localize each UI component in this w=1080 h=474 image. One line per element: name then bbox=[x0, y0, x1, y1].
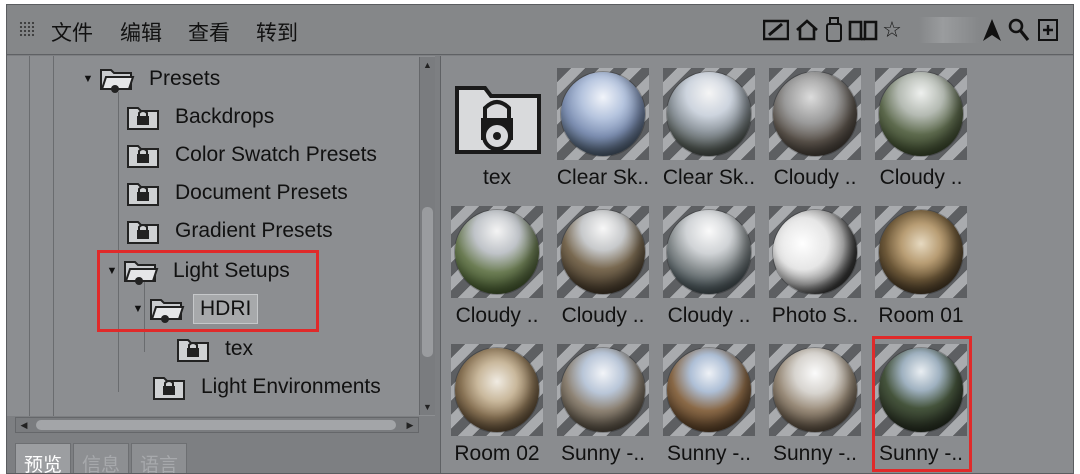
asset-label: Cloudy .. bbox=[773, 166, 857, 189]
tab-info[interactable]: 信息 bbox=[73, 443, 130, 473]
asset-label: Sunny -.. bbox=[772, 442, 858, 465]
menu-goto[interactable]: 转到 bbox=[256, 17, 298, 47]
tree-item-gradient-presets[interactable]: Gradient Presets bbox=[125, 214, 339, 248]
asset-tile[interactable]: Cloudy .. bbox=[445, 200, 549, 332]
tree-label-tex: tex bbox=[225, 337, 254, 360]
tree-item-backdrops[interactable]: Backdrops bbox=[125, 100, 280, 134]
thumbnail bbox=[769, 68, 861, 160]
locked-folder-icon bbox=[125, 103, 161, 131]
locked-folder-large-icon bbox=[451, 68, 543, 160]
thumbnail bbox=[663, 68, 755, 160]
grip-icon[interactable] bbox=[19, 21, 35, 37]
thumbnail bbox=[875, 206, 967, 298]
asset-label: tex bbox=[482, 166, 511, 189]
thumbnail bbox=[557, 206, 649, 298]
menu-file[interactable]: 文件 bbox=[51, 17, 93, 47]
menu-view[interactable]: 查看 bbox=[188, 17, 230, 47]
scrollbar-thumb[interactable] bbox=[422, 207, 433, 357]
asset-label: Cloudy .. bbox=[561, 304, 645, 327]
tree-item-light-environments[interactable]: Light Environments bbox=[151, 370, 387, 404]
thumbnail bbox=[663, 206, 755, 298]
tree-item-tex[interactable]: tex bbox=[175, 332, 259, 366]
expand-arrow-icon[interactable]: ▼ bbox=[81, 73, 95, 85]
edit-icon[interactable] bbox=[761, 17, 791, 43]
scroll-left-icon[interactable]: ◀ bbox=[16, 417, 32, 433]
asset-label: Clear Sk.. bbox=[556, 166, 650, 189]
locked-folder-icon bbox=[125, 217, 161, 245]
toolbar-separator bbox=[919, 17, 979, 43]
tab-preview[interactable]: 预览 bbox=[15, 443, 72, 473]
asset-tile[interactable]: Cloudy .. bbox=[551, 200, 655, 332]
thumbnail bbox=[451, 206, 543, 298]
tree-guide-line bbox=[118, 92, 119, 392]
asset-label: Cloudy .. bbox=[455, 304, 539, 327]
thumbnail bbox=[557, 68, 649, 160]
scroll-right-icon[interactable]: ▶ bbox=[402, 417, 418, 433]
open-folder-icon bbox=[99, 65, 135, 93]
locked-folder-icon bbox=[175, 335, 211, 363]
tree-label-color-swatch: Color Swatch Presets bbox=[175, 143, 377, 166]
asset-label: Sunny -.. bbox=[560, 442, 646, 465]
menu-bar: 文件 编辑 查看 转到 ☆ bbox=[7, 5, 1073, 55]
folder-tree-panel: ▼ Presets Backdrops Color Swatch Presets… bbox=[7, 56, 435, 416]
asset-grid-panel: tex Clear Sk.. Clear Sk.. Cloudy .. Clou… bbox=[440, 56, 1073, 473]
scroll-down-icon[interactable]: ▼ bbox=[420, 399, 435, 415]
locked-folder-icon bbox=[125, 179, 161, 207]
pointer-icon[interactable] bbox=[981, 17, 1003, 43]
tree-label-document: Document Presets bbox=[175, 181, 348, 204]
locked-folder-icon bbox=[125, 141, 161, 169]
tree-item-document-presets[interactable]: Document Presets bbox=[125, 176, 354, 210]
asset-label: Sunny -.. bbox=[666, 442, 752, 465]
tree-horizontal-scrollbar[interactable]: ◀ ▶ bbox=[15, 417, 419, 433]
bottom-tabs: 预览 信息 语言 bbox=[15, 443, 189, 473]
asset-tile[interactable]: Sunny -.. bbox=[763, 338, 867, 470]
red-highlight-box bbox=[97, 250, 319, 332]
tree-item-color-swatch-presets[interactable]: Color Swatch Presets bbox=[125, 138, 383, 172]
asset-label: Cloudy .. bbox=[879, 166, 963, 189]
asset-label: Photo S.. bbox=[771, 304, 859, 327]
asset-tile[interactable]: Cloudy .. bbox=[763, 62, 867, 194]
red-highlight-box bbox=[872, 336, 972, 472]
content-browser-window: 文件 编辑 查看 转到 ☆ ▼ Presets Backdrops Color … bbox=[6, 4, 1074, 474]
asset-tile[interactable]: Photo S.. bbox=[763, 200, 867, 332]
book-icon[interactable] bbox=[847, 17, 879, 43]
menu-edit[interactable]: 编辑 bbox=[120, 17, 162, 47]
scrollbar-thumb[interactable] bbox=[36, 420, 396, 430]
asset-tile[interactable]: Room 01 bbox=[869, 200, 973, 332]
thumbnail bbox=[663, 344, 755, 436]
asset-tile[interactable]: Room 02 bbox=[445, 338, 549, 470]
asset-label: Cloudy .. bbox=[667, 304, 751, 327]
tree-label-gradient: Gradient Presets bbox=[175, 219, 333, 242]
tree-label-light-environments: Light Environments bbox=[201, 375, 381, 398]
tree-label-backdrops: Backdrops bbox=[175, 105, 275, 128]
thumbnail bbox=[875, 68, 967, 160]
asset-tile-tex[interactable]: tex bbox=[445, 62, 549, 194]
asset-label: Room 02 bbox=[454, 442, 540, 465]
tree-guide-line bbox=[53, 56, 54, 416]
asset-tile[interactable]: Clear Sk.. bbox=[551, 62, 655, 194]
thumbnail bbox=[451, 344, 543, 436]
asset-tile[interactable]: Clear Sk.. bbox=[657, 62, 761, 194]
thumbnail bbox=[769, 206, 861, 298]
thumbnail bbox=[769, 344, 861, 436]
asset-tile[interactable]: Cloudy .. bbox=[657, 200, 761, 332]
asset-tile[interactable]: Cloudy .. bbox=[869, 62, 973, 194]
tree-item-presets[interactable]: ▼ Presets bbox=[81, 62, 226, 96]
home-icon[interactable] bbox=[793, 17, 821, 43]
add-icon[interactable] bbox=[1037, 17, 1059, 43]
thumbnail bbox=[557, 344, 649, 436]
asset-label: Room 01 bbox=[878, 304, 964, 327]
tree-guide-line bbox=[29, 56, 30, 416]
tab-language[interactable]: 语言 bbox=[131, 443, 188, 473]
locked-folder-icon bbox=[151, 373, 187, 401]
scroll-up-icon[interactable]: ▲ bbox=[420, 57, 435, 73]
tree-label-presets: Presets bbox=[149, 67, 221, 90]
asset-label: Clear Sk.. bbox=[662, 166, 756, 189]
search-icon[interactable] bbox=[1007, 17, 1031, 43]
asset-tile[interactable]: Sunny -.. bbox=[551, 338, 655, 470]
cylinder-icon[interactable] bbox=[823, 17, 845, 43]
asset-tile[interactable]: Sunny -.. bbox=[657, 338, 761, 470]
tree-vertical-scrollbar[interactable]: ▲ ▼ bbox=[419, 57, 435, 415]
star-icon[interactable]: ☆ bbox=[880, 17, 904, 43]
